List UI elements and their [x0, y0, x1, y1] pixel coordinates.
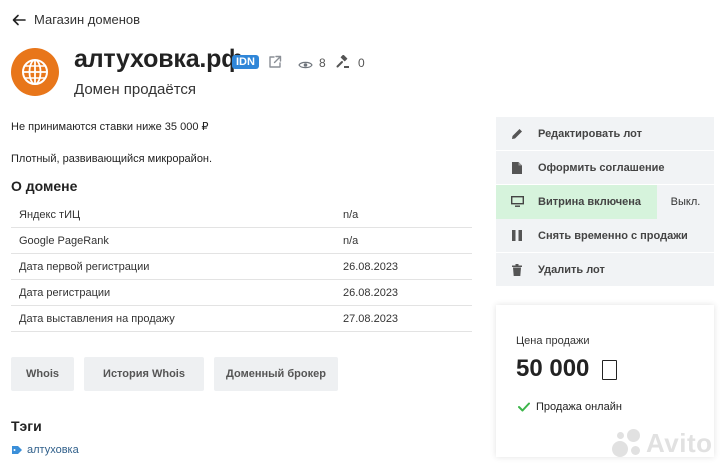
delete-lot-label: Удалить лот: [538, 263, 605, 276]
delete-lot-button[interactable]: Удалить лот: [496, 253, 714, 287]
row-value: n/a: [343, 208, 359, 221]
trash-icon: [496, 263, 538, 276]
tags-heading: Тэги: [11, 418, 42, 434]
online-sale-label: Продажа онлайн: [536, 401, 622, 413]
row-key: Дата первой регистрации: [19, 260, 150, 273]
row-key: Дата регистрации: [19, 286, 111, 299]
idn-badge: IDN: [232, 55, 259, 69]
table-row: Google PageRank n/a: [11, 228, 472, 254]
agreement-button[interactable]: Оформить соглашение: [496, 151, 714, 185]
whois-history-button[interactable]: История Whois: [84, 357, 204, 391]
table-row: Яндекс тИЦ n/a: [11, 202, 472, 228]
lot-actions: Редактировать лот Оформить соглашение Ви…: [496, 117, 714, 287]
domain-title: алтуховка.рф: [74, 45, 243, 73]
row-value: 26.08.2023: [343, 260, 399, 273]
row-value: 26.08.2023: [343, 286, 399, 299]
row-value: 27.08.2023: [343, 312, 399, 325]
edit-lot-label: Редактировать лот: [538, 127, 642, 140]
pause-icon: [496, 230, 538, 241]
domain-description: Плотный, развивающийся микрорайон.: [11, 153, 213, 165]
pencil-icon: [496, 128, 538, 140]
showcase-on[interactable]: Витрина включена: [496, 184, 657, 219]
showcase-label: Витрина включена: [538, 195, 642, 208]
tag-icon: [12, 446, 22, 454]
eye-icon: [298, 57, 313, 75]
back-label: Магазин доменов: [34, 12, 141, 27]
row-value: n/a: [343, 234, 359, 247]
pause-sale-button[interactable]: Снять временно с продажи: [496, 219, 714, 253]
bids-count: 0: [358, 56, 365, 70]
table-row: Дата регистрации 26.08.2023: [11, 280, 472, 306]
table-row: Дата выставления на продажу 27.08.2023: [11, 306, 472, 332]
domain-info-table: Яндекс тИЦ n/a Google PageRank n/a Дата …: [11, 202, 472, 332]
arrow-left-icon: [12, 14, 26, 25]
document-icon: [496, 161, 538, 174]
about-heading: О домене: [11, 178, 78, 194]
whois-button[interactable]: Whois: [11, 357, 74, 391]
tag-item[interactable]: алтуховка: [11, 444, 79, 456]
avito-logo-icon: [612, 428, 642, 459]
currency-icon: [602, 360, 617, 380]
avito-wordmark: Avito: [646, 428, 713, 458]
pause-sale-label: Снять временно с продажи: [538, 229, 688, 242]
monitor-icon: [496, 196, 538, 207]
row-key: Google PageRank: [19, 234, 109, 247]
check-icon: [518, 402, 530, 412]
min-bid-note: Не принимаются ставки ниже 35 000 ₽: [11, 121, 209, 133]
globe-icon: [11, 48, 59, 96]
domain-broker-button[interactable]: Доменный брокер: [214, 357, 338, 391]
showcase-off-button[interactable]: Выкл.: [657, 184, 714, 219]
back-link[interactable]: Магазин доменов: [12, 12, 140, 27]
views-count: 8: [319, 56, 326, 70]
agreement-label: Оформить соглашение: [538, 161, 665, 174]
table-row: Дата первой регистрации 26.08.2023: [11, 254, 472, 280]
showcase-toggle[interactable]: Витрина включена Выкл.: [496, 184, 714, 219]
gavel-icon: [336, 54, 350, 74]
price-label: Цена продажи: [516, 335, 590, 347]
domain-tools: Whois История Whois Доменный брокер: [11, 357, 338, 391]
avito-watermark: Avito: [612, 428, 713, 459]
online-sale-status: Продажа онлайн: [518, 401, 622, 413]
external-link-icon[interactable]: [268, 55, 282, 74]
row-key: Дата выставления на продажу: [19, 312, 175, 325]
edit-lot-button[interactable]: Редактировать лот: [496, 117, 714, 151]
price-value: 50 000: [516, 355, 590, 382]
domain-status: Домен продаётся: [74, 81, 197, 98]
tag-label: алтуховка: [27, 444, 79, 456]
row-key: Яндекс тИЦ: [19, 208, 81, 221]
